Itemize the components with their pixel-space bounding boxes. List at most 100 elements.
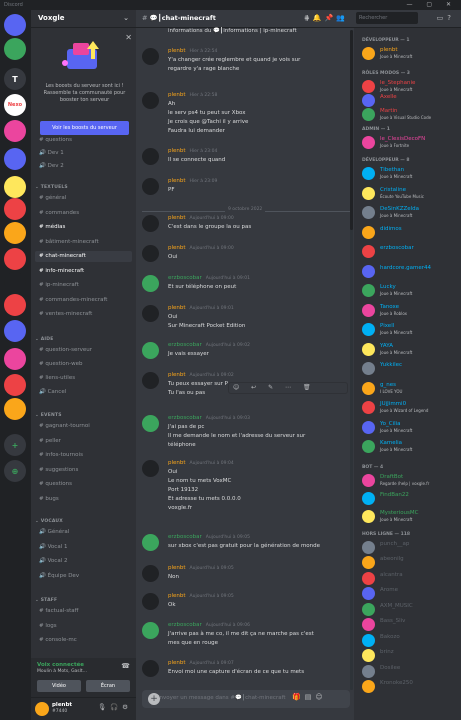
category-label[interactable]: ⌄ TEXTUELS	[35, 185, 68, 190]
gear-icon[interactable]: ⚙	[122, 703, 132, 711]
member-item[interactable]: DraftBot Regarde /help | voxgle.fr	[362, 473, 457, 488]
member-item[interactable]: Pixell Joue à Minecraft	[362, 323, 457, 337]
category-label[interactable]: ⌄ STAFF	[35, 598, 57, 603]
channel-info-minecraft[interactable]: # info-minecraft	[35, 266, 132, 277]
avatar[interactable]	[142, 565, 159, 582]
channel-console-mc[interactable]: # console-mc	[35, 635, 132, 646]
member-item[interactable]: alcantra	[362, 571, 457, 586]
member-item[interactable]: g_nes I LOVE YOU	[362, 381, 457, 396]
server-nexo-icon[interactable]: Nexo	[4, 94, 26, 116]
server-green-icon[interactable]	[4, 38, 26, 60]
avatar[interactable]	[142, 148, 159, 165]
gif-icon[interactable]: ▤	[305, 693, 316, 701]
message-author[interactable]: erzboscobar Aujourd'hui à 09:06	[168, 622, 250, 628]
channel-infos-tournois[interactable]: # infos-tournois	[35, 450, 132, 461]
message-author[interactable]: plenbt Aujourd'hui à 09:00	[168, 245, 234, 251]
message-author[interactable]: plenbt Hier à 23:09	[168, 178, 217, 184]
member-item[interactable]: Axelle	[362, 94, 457, 108]
message-author[interactable]: plenbt Aujourd'hui à 09:05	[168, 565, 234, 571]
member-item[interactable]: AXM_MUSIC	[362, 602, 457, 617]
avatar[interactable]	[142, 178, 159, 195]
channel-dev-2[interactable]: 🔊 Dev 2	[35, 161, 132, 172]
server-13-icon[interactable]	[4, 348, 26, 370]
avatar[interactable]	[142, 342, 159, 359]
server-14-icon[interactable]	[4, 374, 26, 396]
avatar[interactable]	[142, 48, 159, 65]
channel-ip-minecraft[interactable]: # ip-minecraft	[35, 280, 132, 291]
channel-vocal-1[interactable]: 🔊 Vocal 1	[35, 542, 132, 553]
member-item[interactable]: Kamelia Joue à Minecraft	[362, 440, 457, 454]
server-9-icon[interactable]	[4, 248, 26, 270]
help-icon[interactable]: ?	[447, 14, 455, 22]
avatar[interactable]	[142, 593, 159, 610]
server-t-icon[interactable]: T	[4, 68, 26, 90]
scrollbar[interactable]	[350, 30, 353, 690]
channel-liens-utiles[interactable]: # liens-utiles	[35, 373, 132, 384]
member-item[interactable]: FindBan22	[362, 491, 457, 506]
member-item[interactable]: hardcore.gamer44	[362, 264, 457, 279]
server-6-icon[interactable]	[4, 176, 26, 198]
member-item[interactable]: erzboscobar	[362, 245, 457, 259]
member-item[interactable]: Dosilee	[362, 664, 457, 679]
avatar[interactable]	[142, 534, 159, 551]
message-author[interactable]: erzboscobar Aujourd'hui à 09:03	[168, 415, 250, 421]
server-12-icon[interactable]	[4, 320, 26, 342]
member-item[interactable]: DeSinKZZelda Joue à Minecraft	[362, 206, 457, 220]
message-author[interactable]: plenbt Hier à 22:54	[168, 48, 217, 54]
server-header[interactable]: Voxgle ⌄	[31, 10, 136, 28]
screen-share-button[interactable]: Écran	[86, 680, 130, 692]
plus-icon[interactable]: +	[148, 693, 160, 705]
channel-question-serveur[interactable]: # question-serveur	[35, 345, 132, 356]
message-author[interactable]: plenbt Aujourd'hui à 09:05	[168, 593, 234, 599]
avatar[interactable]	[142, 245, 159, 262]
message-author[interactable]: plenbt Aujourd'hui à 09:00	[168, 215, 234, 221]
pin-icon[interactable]: 📌	[325, 14, 337, 22]
emoji-icon[interactable]: ☺	[315, 693, 326, 701]
headphones-icon[interactable]: 🎧	[110, 703, 122, 711]
channel-commandes[interactable]: # commandes	[35, 208, 132, 219]
message-author[interactable]: plenbt Aujourd'hui à 09:02	[168, 372, 234, 378]
avatar[interactable]	[142, 622, 159, 639]
avatar[interactable]	[142, 92, 159, 109]
message-author[interactable]: plenbt Aujourd'hui à 09:07	[168, 660, 234, 666]
header-icons[interactable]: ⋕🔔📌👥	[304, 14, 348, 22]
channel-gagnant-tournoi[interactable]: # gagnant-tournoi	[35, 421, 132, 432]
channel-questions[interactable]: # questions	[35, 135, 132, 146]
channel-chat-minecraft[interactable]: # chat-minecraft	[35, 251, 132, 262]
inbox-icon[interactable]: ▭	[437, 14, 448, 22]
member-item[interactable]: Tibethan Joue à Minecraft	[362, 167, 457, 181]
channel-b-timent-minecraft[interactable]: # bâtiment-minecraft	[35, 237, 132, 248]
server-8-icon[interactable]	[4, 222, 26, 244]
gift-icon[interactable]: 🎁	[292, 693, 305, 701]
server-7-icon[interactable]	[4, 198, 26, 220]
avatar[interactable]	[142, 275, 159, 292]
member-item[interactable]: abeonilg	[362, 556, 457, 570]
channel-questions[interactable]: # questions	[35, 479, 132, 490]
member-item[interactable]: brinz	[362, 649, 457, 663]
member-item[interactable]: Lucky Joue à Minecraft	[362, 284, 457, 298]
channel-suggestions[interactable]: # suggestions	[35, 465, 132, 476]
channel-logs[interactable]: # logs	[35, 621, 132, 632]
message-author[interactable]: erzboscobar Aujourd'hui à 09:05	[168, 534, 250, 540]
disconnect-icon[interactable]: ☎	[121, 662, 130, 670]
chevron-down-icon[interactable]: ⌄	[123, 14, 129, 22]
add-server-icon[interactable]: +	[4, 434, 26, 456]
avatar[interactable]	[35, 702, 49, 716]
message-actions[interactable]: ☺ ↩ ✎ ⋯ 🗑	[228, 382, 348, 394]
explore-icon[interactable]: ⊕	[4, 460, 26, 482]
close-icon[interactable]: ✕	[125, 33, 132, 42]
threads-icon[interactable]: ⋕	[304, 14, 313, 22]
member-item[interactable]: Arome	[362, 587, 457, 601]
member-item[interactable]: didimos	[362, 225, 457, 240]
avatar[interactable]	[142, 415, 159, 432]
channel--quipe-dev[interactable]: 🔊 Équipe Dev	[35, 571, 132, 582]
message-author[interactable]: plenbt Hier à 22:58	[168, 92, 217, 98]
avatar[interactable]	[142, 305, 159, 322]
member-item[interactable]: Yukkilec	[362, 362, 457, 376]
channel-commandes-minecraft[interactable]: # commandes-minecraft	[35, 295, 132, 306]
channel-g-n-ral[interactable]: 🔊 Général	[35, 527, 132, 538]
member-item[interactable]: Cristaline Écoute YouTube Music	[362, 186, 457, 201]
server-15-icon[interactable]	[4, 398, 26, 420]
channel-factual-staff[interactable]: # factual-staff	[35, 606, 132, 617]
server-5-icon[interactable]	[4, 148, 26, 170]
